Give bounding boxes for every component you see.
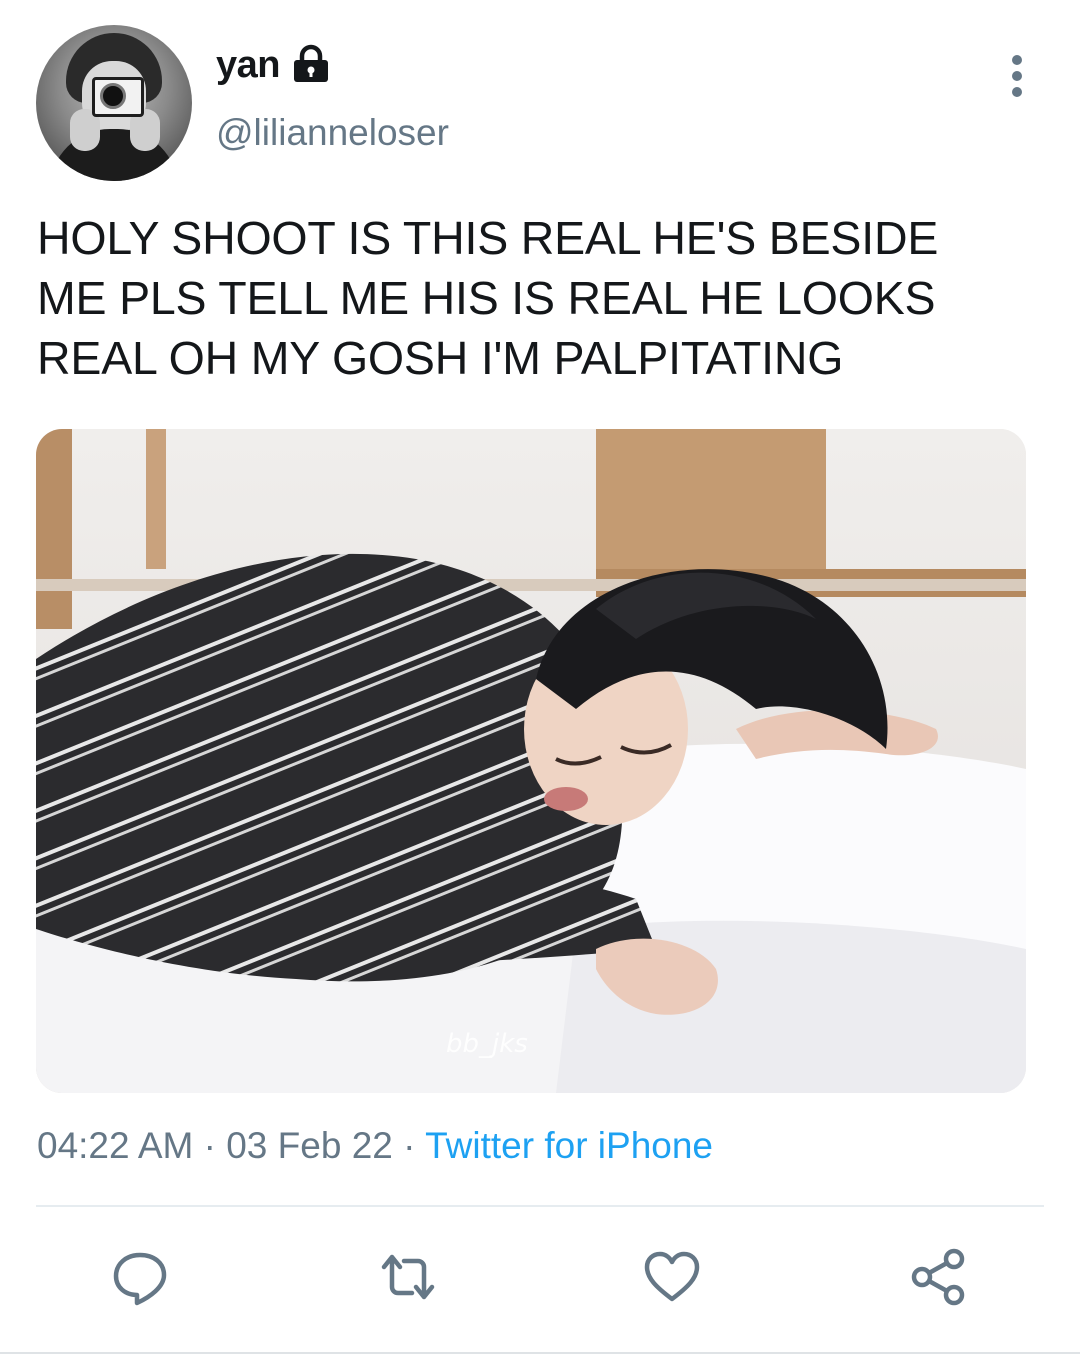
- tweet-source-link[interactable]: Twitter for iPhone: [425, 1125, 713, 1166]
- avatar[interactable]: [36, 25, 192, 181]
- user-handle[interactable]: @lilianneloser: [216, 112, 449, 154]
- retweet-icon: [381, 1254, 435, 1300]
- tweet-date[interactable]: 03 Feb 22: [226, 1125, 393, 1166]
- reply-button[interactable]: [110, 1247, 170, 1307]
- like-icon: [644, 1251, 700, 1302]
- reply-icon: [113, 1252, 167, 1306]
- separator: ·: [392, 1125, 426, 1166]
- retweet-button[interactable]: [378, 1247, 438, 1307]
- more-vertical-icon[interactable]: [1000, 52, 1034, 100]
- tweet-time[interactable]: 04:22 AM: [37, 1125, 193, 1166]
- photo-watermark: bb_jks: [446, 1029, 528, 1059]
- share-button[interactable]: [908, 1247, 968, 1307]
- bottom-border: [0, 1352, 1080, 1354]
- tweet-timestamp-line: 04:22 AM · 03 Feb 22 · Twitter for iPhon…: [37, 1125, 713, 1167]
- display-name[interactable]: yan: [216, 44, 280, 87]
- separator: ·: [193, 1125, 227, 1166]
- lock-icon: [294, 44, 328, 82]
- divider: [36, 1205, 1044, 1207]
- like-button[interactable]: [642, 1247, 702, 1307]
- tweet-photo[interactable]: bb_jks: [36, 429, 1026, 1093]
- photo-illustration: [36, 429, 1026, 1093]
- share-icon: [911, 1248, 965, 1306]
- tweet-text: HOLY SHOOT IS THIS REAL HE'S BESIDE ME P…: [37, 212, 939, 384]
